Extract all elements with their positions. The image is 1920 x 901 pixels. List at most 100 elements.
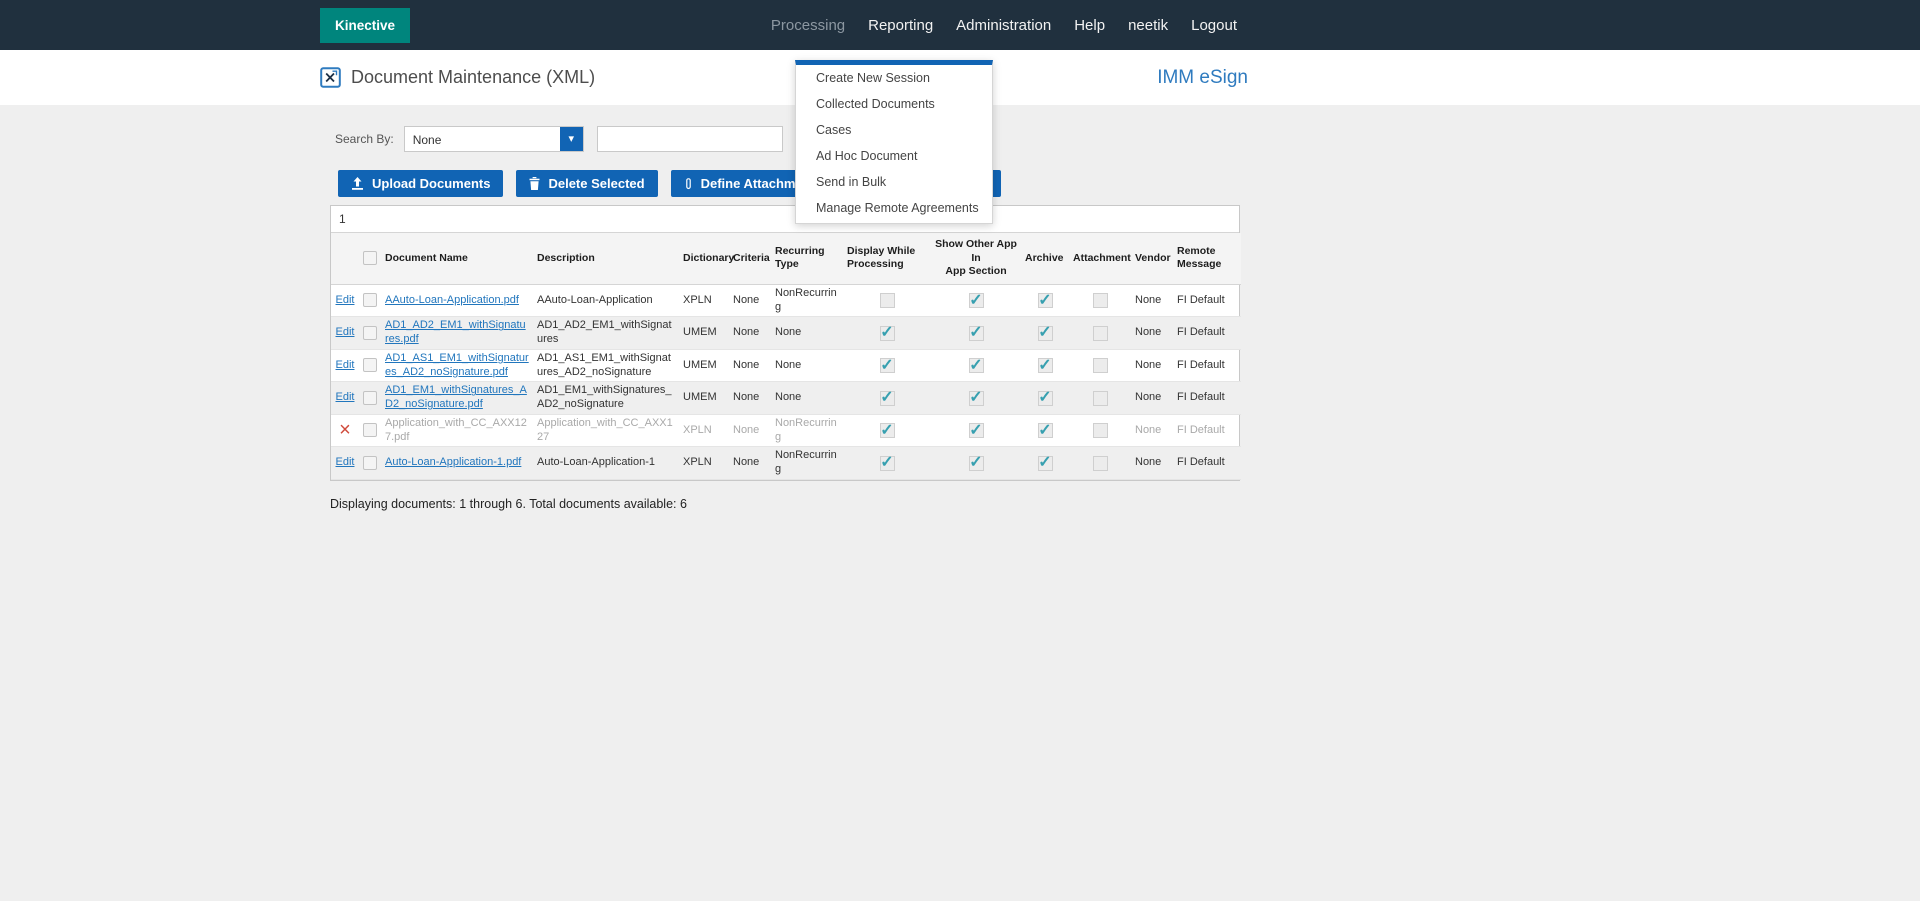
- upload-documents-button[interactable]: Upload Documents: [338, 170, 504, 197]
- search-row: Search By: None ▾: [335, 125, 1250, 152]
- delete-selected-button[interactable]: Delete Selected: [516, 170, 658, 197]
- display-while-processing-cell: ✓: [843, 316, 931, 350]
- status-line: Displaying documents: 1 through 6. Total…: [330, 496, 687, 511]
- remote-message-cell: FI Default: [1173, 316, 1241, 350]
- table-row: Edit Auto-Loan-Application-1.pdf Auto-Loan…: [331, 446, 1241, 480]
- menu-item-ad-hoc-document[interactable]: Ad Hoc Document: [796, 143, 992, 169]
- attachment-cell: [1069, 414, 1131, 448]
- nav-item-logout[interactable]: Logout: [1191, 17, 1237, 34]
- display-while-processing-cell: ✓: [843, 414, 931, 448]
- nav-item-administration[interactable]: Administration: [956, 17, 1051, 34]
- document-name-link[interactable]: Application_with_CC_AXX127.pdf: [385, 417, 527, 443]
- remote-message-cell: FI Default: [1173, 446, 1241, 480]
- checked-box-icon[interactable]: ✓: [968, 454, 984, 471]
- col-attachment: Attachment: [1069, 233, 1131, 285]
- checked-box-icon[interactable]: ✓: [968, 324, 984, 341]
- checked-box-icon[interactable]: ✓: [968, 389, 984, 406]
- checked-box-icon[interactable]: ✓: [1037, 454, 1053, 471]
- description-cell: AD1_AS1_EM1_withSignatures_AD2_noSignatu…: [533, 349, 679, 383]
- checked-box-icon[interactable]: ✓: [879, 454, 895, 471]
- unchecked-box-icon[interactable]: [1092, 455, 1108, 471]
- show-other-app-cell: ✓: [931, 381, 1021, 415]
- unchecked-box-icon[interactable]: [1092, 325, 1108, 341]
- select-all-checkbox[interactable]: [363, 251, 377, 266]
- checked-box-icon[interactable]: ✓: [1037, 422, 1053, 439]
- attachment-cell: [1069, 446, 1131, 480]
- edit-link[interactable]: Edit: [336, 391, 355, 403]
- checked-box-icon[interactable]: ✓: [879, 324, 895, 341]
- table-row: × Application_with_CC_AXX127.pdf Applicati…: [331, 414, 1241, 448]
- checked-box-icon[interactable]: ✓: [1037, 324, 1053, 341]
- show-other-app-cell: ✓: [931, 349, 1021, 383]
- nav-item-neetik[interactable]: neetik: [1128, 17, 1168, 34]
- row-checkbox[interactable]: [363, 455, 377, 470]
- search-by-select[interactable]: None ▾: [403, 125, 584, 152]
- unchecked-box-icon[interactable]: [1092, 390, 1108, 406]
- menu-item-cases[interactable]: Cases: [796, 117, 992, 143]
- document-name-link[interactable]: AAuto-Loan-Application.pdf: [385, 294, 519, 306]
- attachment-cell: [1069, 349, 1131, 383]
- search-by-selected-value: None: [412, 132, 442, 147]
- dictionary-cell: XPLN: [679, 414, 729, 448]
- vendor-cell: None: [1131, 381, 1173, 415]
- chevron-down-icon[interactable]: ▾: [559, 126, 583, 151]
- recurring-type-cell: NonRecurring: [771, 284, 843, 318]
- row-checkbox[interactable]: [363, 390, 377, 405]
- col-display-while-processing: Display While Processing: [843, 233, 931, 285]
- edit-link[interactable]: Edit: [336, 456, 355, 468]
- edit-link[interactable]: Edit: [336, 359, 355, 371]
- recurring-type-cell: None: [771, 316, 843, 350]
- document-name-link[interactable]: AD1_AS1_EM1_withSignatures_AD2_noSignatu…: [385, 352, 529, 378]
- document-name-link[interactable]: AD1_AD2_EM1_withSignatures.pdf: [385, 319, 526, 345]
- page-number[interactable]: 1: [339, 212, 346, 226]
- document-name-link[interactable]: Auto-Loan-Application-1.pdf: [385, 456, 521, 468]
- description-cell: Application_with_CC_AXX127: [533, 414, 679, 448]
- edit-link[interactable]: Edit: [336, 326, 355, 338]
- archive-cell: ✓: [1021, 284, 1069, 318]
- vendor-cell: None: [1131, 316, 1173, 350]
- checked-box-icon[interactable]: ✓: [968, 292, 984, 309]
- edit-link[interactable]: Edit: [336, 294, 355, 306]
- criteria-cell: None: [729, 381, 771, 415]
- col-criteria: Criteria: [729, 233, 771, 285]
- checked-box-icon[interactable]: ✓: [1037, 357, 1053, 374]
- recurring-type-cell: NonRecurring: [771, 414, 843, 448]
- show-other-app-cell: ✓: [931, 414, 1021, 448]
- criteria-cell: None: [729, 284, 771, 318]
- menu-item-collected-documents[interactable]: Collected Documents: [796, 91, 992, 117]
- remote-message-cell: FI Default: [1173, 381, 1241, 415]
- menu-item-manage-remote-agreements[interactable]: Manage Remote Agreements: [796, 195, 992, 221]
- unchecked-box-icon[interactable]: [1092, 293, 1108, 309]
- checked-box-icon[interactable]: ✓: [968, 357, 984, 374]
- checked-box-icon[interactable]: ✓: [879, 389, 895, 406]
- col-recurring-type: Recurring Type: [771, 233, 843, 285]
- row-checkbox[interactable]: [363, 358, 377, 373]
- nav-item-help[interactable]: Help: [1074, 17, 1105, 34]
- display-while-processing-cell: ✓: [843, 349, 931, 383]
- kinective-logo: Kinective: [320, 7, 411, 43]
- row-checkbox[interactable]: [363, 325, 377, 340]
- nav-item-reporting[interactable]: Reporting: [868, 17, 933, 34]
- table-row: Edit AD1_EM1_withSignatures_AD2_noSignatu…: [331, 381, 1241, 415]
- checked-box-icon[interactable]: ✓: [1037, 292, 1053, 309]
- menu-item-create-new-session[interactable]: Create New Session: [796, 65, 992, 91]
- paperclip-icon: [684, 177, 693, 191]
- unchecked-box-icon[interactable]: [1092, 423, 1108, 439]
- unchecked-box-icon[interactable]: [879, 293, 895, 309]
- dictionary-cell: UMEM: [679, 316, 729, 350]
- checked-box-icon[interactable]: ✓: [1037, 389, 1053, 406]
- trash-icon: [529, 177, 540, 190]
- display-while-processing-cell: [843, 284, 931, 318]
- checked-box-icon[interactable]: ✓: [879, 357, 895, 374]
- checked-box-icon[interactable]: ✓: [879, 422, 895, 439]
- search-input[interactable]: [596, 125, 783, 152]
- menu-item-send-in-bulk[interactable]: Send in Bulk: [796, 169, 992, 195]
- criteria-cell: None: [729, 414, 771, 448]
- document-name-link[interactable]: AD1_EM1_withSignatures_AD2_noSignature.p…: [385, 384, 527, 410]
- nav-item-processing[interactable]: Processing: [771, 17, 845, 34]
- delete-x-icon[interactable]: ×: [339, 420, 351, 440]
- row-checkbox[interactable]: [363, 423, 377, 438]
- unchecked-box-icon[interactable]: [1092, 358, 1108, 374]
- checked-box-icon[interactable]: ✓: [968, 422, 984, 439]
- row-checkbox[interactable]: [363, 293, 377, 308]
